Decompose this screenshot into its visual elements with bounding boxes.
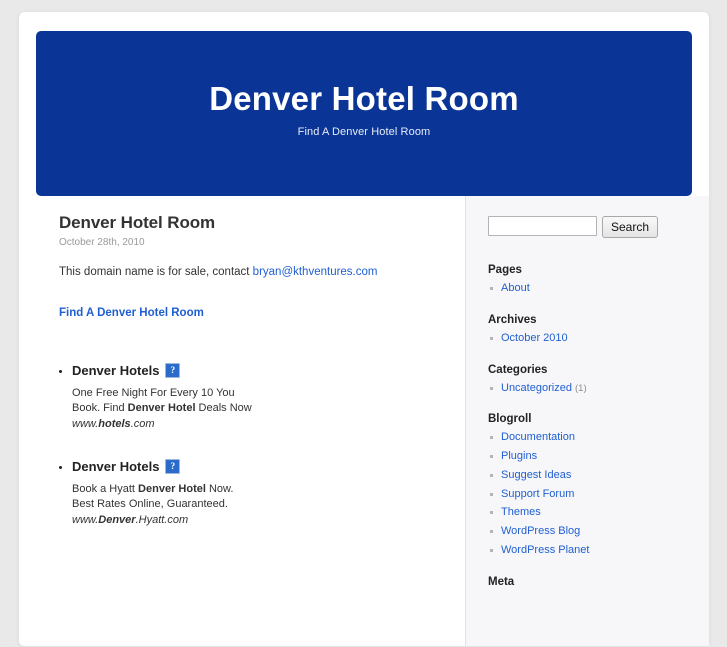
ad-url: www.Denver.Hyatt.com [72, 514, 188, 526]
list-item[interactable]: Suggest Ideas [488, 469, 709, 483]
widget-list: October 2010 [488, 332, 709, 346]
broken-image-icon: ? [165, 458, 181, 474]
widget-list: About [488, 282, 709, 296]
find-hotel-room-link[interactable]: Find A Denver Hotel Room [59, 307, 465, 319]
widget-list: Uncategorized (1) [488, 382, 709, 396]
ad-line-1: One Free Night For Every 10 You [72, 386, 235, 399]
ad-line-2-c: Deals Now [195, 402, 252, 415]
ad-url-suffix: .Hyatt.com [135, 513, 189, 526]
sidebar-link-uncategorized[interactable]: Uncategorized [501, 382, 572, 394]
ad-heading[interactable]: Denver Hotels ? [72, 458, 465, 474]
search-input[interactable] [488, 216, 597, 236]
ad-line-2-a: Book. Find [72, 402, 128, 415]
page-container: Denver Hotel Room Find A Denver Hotel Ro… [18, 12, 710, 647]
ad-line-1-c: Now. [205, 482, 234, 495]
widget-title: Archives [488, 313, 537, 326]
post-date: October 28th, 2010 [59, 237, 145, 248]
post-article: Denver Hotel Room October 28th, 2010 Thi… [59, 213, 465, 319]
ad-url-domain: Denver [98, 513, 136, 526]
list-item[interactable]: Documentation [488, 431, 709, 445]
search-button[interactable]: Search [602, 216, 659, 238]
sidebar-link-wordpress-planet[interactable]: WordPress Planet [501, 544, 589, 556]
widget-categories: Categories Uncategorized (1) [488, 364, 709, 396]
ad-item[interactable]: Denver Hotels ? One Free Night For Every… [59, 362, 465, 433]
list-item[interactable]: October 2010 [488, 332, 709, 346]
ad-heading-label: Denver Hotels [72, 458, 160, 474]
site-title: Denver Hotel Room [209, 80, 519, 117]
ad-url-prefix: www. [72, 513, 99, 526]
sidebar-link-documentation[interactable]: Documentation [501, 431, 575, 443]
post-paragraph: This domain name is for sale, contact br… [59, 264, 465, 281]
ad-body: Book a Hyatt Denver Hotel Now. Best Rate… [72, 482, 465, 529]
ad-url-suffix: .com [130, 417, 155, 430]
broken-image-icon: ? [165, 362, 181, 378]
sidebar-column: Search Pages About Archives October 2010… [465, 196, 709, 646]
ad-line-2: Best Rates Online, Guaranteed. [72, 498, 228, 511]
widget-meta: Meta [488, 576, 709, 588]
ad-list: Denver Hotels ? One Free Night For Every… [59, 362, 465, 529]
ad-line-2-bold: Denver Hotel [127, 402, 196, 415]
site-header-banner: Denver Hotel Room Find A Denver Hotel Ro… [36, 31, 692, 196]
ad-url: www.hotels.com [72, 418, 155, 430]
ad-line-1-bold: Denver Hotel [138, 482, 206, 495]
list-item[interactable]: About [488, 282, 709, 296]
post-title: Denver Hotel Room [59, 213, 216, 232]
list-item[interactable]: WordPress Planet [488, 544, 709, 558]
list-item[interactable]: Uncategorized (1) [488, 382, 709, 396]
sidebar-link-plugins[interactable]: Plugins [501, 450, 537, 462]
contact-email-link[interactable]: bryan@kthventures.com [253, 266, 378, 278]
widget-archives: Archives October 2010 [488, 314, 709, 346]
widget-pages: Pages About [488, 264, 709, 296]
widget-title: Categories [488, 363, 548, 376]
sidebar-link-wordpress-blog[interactable]: WordPress Blog [501, 525, 580, 537]
widget-title: Blogroll [488, 413, 532, 426]
list-item[interactable]: Support Forum [488, 488, 709, 502]
widget-blogroll: Blogroll Documentation Plugins Suggest I… [488, 413, 709, 557]
category-count: (1) [575, 382, 587, 394]
list-item[interactable]: WordPress Blog [488, 525, 709, 539]
content-column: Denver Hotel Room October 28th, 2010 Thi… [19, 196, 465, 594]
sidebar-link-themes[interactable]: Themes [501, 506, 541, 518]
widget-title: Pages [488, 264, 522, 276]
ad-heading-label: Denver Hotels [72, 362, 160, 378]
site-description: Find A Denver Hotel Room [297, 126, 431, 138]
main-layout: Denver Hotel Room October 28th, 2010 Thi… [19, 196, 709, 646]
widget-title: Meta [488, 575, 515, 588]
search-form: Search [488, 216, 709, 238]
ad-item[interactable]: Denver Hotels ? Book a Hyatt Denver Hote… [59, 458, 465, 529]
sidebar-link-about[interactable]: About [501, 282, 530, 294]
post-paragraph-text: This domain name is for sale, contact [59, 266, 253, 278]
ad-body: One Free Night For Every 10 You Book. Fi… [72, 386, 465, 433]
list-item[interactable]: Plugins [488, 450, 709, 464]
sidebar-link-october-2010[interactable]: October 2010 [501, 332, 568, 344]
ad-heading[interactable]: Denver Hotels ? [72, 362, 465, 378]
sidebar-link-suggest-ideas[interactable]: Suggest Ideas [501, 469, 571, 481]
ad-url-domain: hotels [98, 417, 131, 430]
list-item[interactable]: Themes [488, 506, 709, 520]
ad-url-prefix: www. [72, 417, 99, 430]
sidebar-link-support-forum[interactable]: Support Forum [501, 488, 574, 500]
ad-line-1-a: Book a Hyatt [72, 482, 139, 495]
widget-list: Documentation Plugins Suggest Ideas Supp… [488, 431, 709, 557]
